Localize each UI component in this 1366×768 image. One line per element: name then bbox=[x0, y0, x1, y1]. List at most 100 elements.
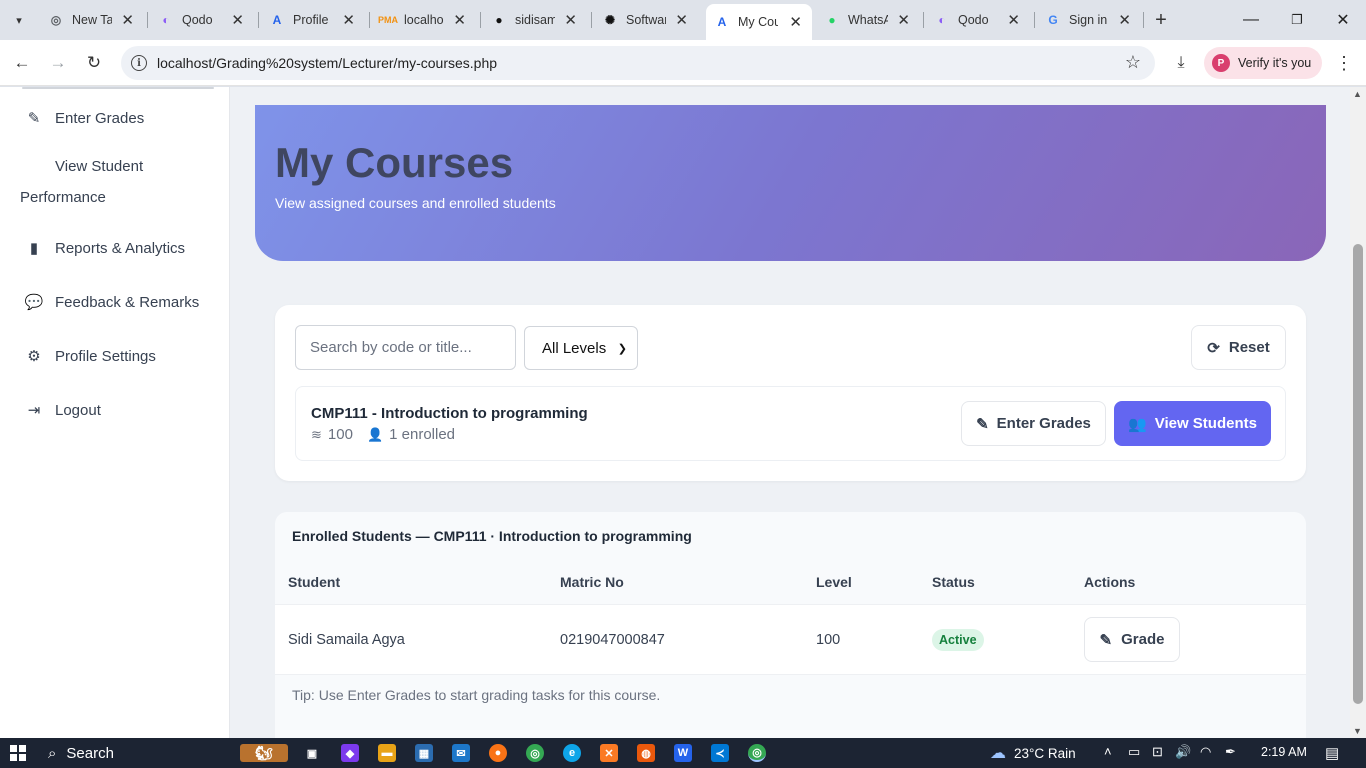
reload-icon[interactable]: ↻ bbox=[82, 51, 106, 75]
close-window-icon[interactable]: ✕ bbox=[1328, 6, 1358, 34]
firefox-icon[interactable]: ● bbox=[489, 744, 507, 762]
sidebar: ✎ Enter Grades View Student Performance … bbox=[0, 87, 230, 738]
browser-tab[interactable]: ✺ Softwar ✕ bbox=[594, 6, 698, 34]
pen-icon[interactable]: ✒ bbox=[1225, 744, 1236, 760]
bookmark-star-icon[interactable]: ☆ bbox=[1125, 52, 1141, 73]
close-tab-icon[interactable]: ✕ bbox=[342, 11, 355, 29]
close-tab-icon[interactable]: ✕ bbox=[564, 11, 577, 29]
sidebar-item-logout[interactable]: ⇥ Logout bbox=[24, 398, 101, 422]
copilot-icon[interactable]: ◆ bbox=[341, 744, 359, 762]
scroll-up-icon[interactable]: ▲ bbox=[1353, 89, 1362, 99]
level-select[interactable]: All Levels ❯ bbox=[524, 326, 638, 370]
search-icon: ⌕ bbox=[48, 744, 57, 762]
github-icon: ● bbox=[495, 13, 503, 27]
search-highlight-icon[interactable]: 🐿 bbox=[240, 744, 288, 762]
battery-icon[interactable]: ▭ bbox=[1128, 744, 1140, 760]
sidebar-item-enter-grades[interactable]: ✎ Enter Grades bbox=[24, 106, 145, 130]
close-tab-icon[interactable]: ✕ bbox=[1118, 11, 1131, 29]
grade-button[interactable]: ✎ Grade bbox=[1084, 617, 1180, 662]
file-explorer-icon[interactable]: ▬ bbox=[378, 744, 396, 762]
profile-verify-label: Verify it's you bbox=[1238, 56, 1312, 70]
profile-verify-button[interactable]: P Verify it's you bbox=[1204, 47, 1322, 79]
tab-divider bbox=[1034, 12, 1035, 28]
course-row: CMP111 - Introduction to programming ≋ 1… bbox=[295, 386, 1286, 461]
scroll-down-icon[interactable]: ▼ bbox=[1353, 726, 1362, 736]
chrome-icon: ◎ bbox=[50, 13, 62, 27]
sidebar-item-feedback[interactable]: 💬 Feedback & Remarks bbox=[24, 290, 200, 314]
page-subtitle: View assigned courses and enrolled stude… bbox=[275, 195, 556, 211]
bar-chart-icon: ▮ bbox=[29, 240, 39, 257]
page-scrollbar[interactable]: ▲ ▼ bbox=[1350, 87, 1366, 738]
edge-icon[interactable]: e bbox=[563, 744, 581, 762]
notification-icon[interactable]: ▤ bbox=[1325, 744, 1339, 762]
taskbar-clock[interactable]: 2:19 AM bbox=[1261, 745, 1307, 759]
chrome-taskbar-icon[interactable]: ◎ bbox=[526, 744, 544, 762]
column-header-status: Status bbox=[932, 574, 975, 590]
tab-divider bbox=[923, 12, 924, 28]
close-tab-icon[interactable]: ✕ bbox=[789, 13, 802, 31]
wifi-icon[interactable]: ◠ bbox=[1200, 744, 1211, 760]
address-bar[interactable]: i localhost/Grading%20system/Lecturer/my… bbox=[121, 46, 1155, 80]
user-cog-icon: ⚙ bbox=[27, 348, 41, 365]
browser-tab-active[interactable]: A My Cou ✕ bbox=[706, 4, 812, 40]
device-icon[interactable]: ⊡ bbox=[1152, 744, 1163, 760]
store-icon[interactable]: ▦ bbox=[415, 744, 433, 762]
tray-chevron-icon[interactable]: ˄ bbox=[1104, 744, 1112, 759]
column-header-student: Student bbox=[288, 574, 341, 590]
chrome-active-icon[interactable]: ◎ bbox=[748, 744, 766, 762]
browser-tab[interactable]: ◐ Qodo ✕ bbox=[926, 6, 1030, 34]
browser-tab[interactable]: ● WhatsA ✕ bbox=[816, 6, 920, 34]
layers-icon: ≋ bbox=[311, 426, 322, 442]
view-students-button[interactable]: 👥 View Students bbox=[1114, 401, 1271, 446]
browser-tab[interactable]: PMA localho ✕ bbox=[372, 6, 476, 34]
download-icon[interactable]: ⤓ bbox=[1170, 51, 1192, 75]
word-icon[interactable]: W bbox=[674, 744, 692, 762]
taskbar-search-label: Search bbox=[66, 744, 114, 762]
mail-icon[interactable]: ✉ bbox=[452, 744, 470, 762]
close-tab-icon[interactable]: ✕ bbox=[897, 11, 910, 29]
minimize-icon[interactable]: — bbox=[1236, 6, 1266, 34]
browser-tab[interactable]: ◎ New Ta ✕ bbox=[40, 6, 144, 34]
close-tab-icon[interactable]: ✕ bbox=[453, 11, 466, 29]
sidebar-item-reports[interactable]: ▮ Reports & Analytics bbox=[24, 236, 185, 260]
sidebar-item-label: Profile Settings bbox=[55, 347, 156, 365]
page-viewport: ✎ Enter Grades View Student Performance … bbox=[0, 87, 1366, 738]
sidebar-item-view-student-performance[interactable]: View Student bbox=[55, 158, 143, 175]
site-info-icon[interactable]: i bbox=[131, 55, 147, 71]
main-content: My Courses View assigned courses and enr… bbox=[230, 87, 1350, 738]
browser-tab[interactable]: A Profile ✕ bbox=[261, 6, 365, 34]
weather-widget[interactable]: ☁ 23°C Rain bbox=[990, 743, 1076, 763]
rain-cloud-icon: ☁ bbox=[990, 745, 1006, 762]
xampp-icon[interactable]: ✕ bbox=[600, 744, 618, 762]
enter-grades-button[interactable]: ✎ Enter Grades bbox=[961, 401, 1106, 446]
sidebar-item-profile-settings[interactable]: ⚙ Profile Settings bbox=[24, 344, 156, 368]
search-input[interactable] bbox=[295, 325, 516, 370]
phpmyadmin-icon: PMA bbox=[378, 15, 398, 25]
browser-tab[interactable]: ◐ Qodo ✕ bbox=[150, 6, 254, 34]
app-icon[interactable]: ◍ bbox=[637, 744, 655, 762]
windows-start-icon[interactable] bbox=[10, 745, 26, 761]
qodo-icon: ◐ bbox=[938, 13, 946, 27]
volume-icon[interactable]: 🔊 bbox=[1175, 744, 1191, 760]
back-icon[interactable]: ← bbox=[10, 51, 34, 75]
browser-tab[interactable]: G Sign in ✕ bbox=[1037, 6, 1141, 34]
scrollbar-thumb[interactable] bbox=[1353, 244, 1363, 704]
url-text[interactable]: localhost/Grading%20system/Lecturer/my-c… bbox=[157, 55, 497, 71]
close-tab-icon[interactable]: ✕ bbox=[1007, 11, 1020, 29]
close-tab-icon[interactable]: ✕ bbox=[675, 11, 688, 29]
taskbar-search[interactable]: ⌕ Search bbox=[48, 743, 114, 763]
tab-search-dropdown-icon[interactable]: ▾ bbox=[8, 9, 30, 31]
new-tab-icon[interactable]: + bbox=[1150, 9, 1172, 31]
task-view-icon[interactable]: ▣ bbox=[303, 744, 321, 762]
reset-button[interactable]: ⟳ Reset bbox=[1191, 325, 1286, 370]
vscode-icon[interactable]: ≺ bbox=[711, 744, 729, 762]
sidebar-item-view-student-performance-cont[interactable]: Performance bbox=[20, 189, 106, 206]
restore-icon[interactable]: ❐ bbox=[1282, 6, 1312, 34]
browser-menu-icon[interactable]: ⋮ bbox=[1334, 51, 1354, 75]
tip-text: Tip: Use Enter Grades to start grading t… bbox=[292, 687, 661, 703]
close-tab-icon[interactable]: ✕ bbox=[231, 11, 244, 29]
close-tab-icon[interactable]: ✕ bbox=[121, 11, 134, 29]
forward-icon[interactable]: → bbox=[46, 51, 70, 75]
sidebar-item-label: Logout bbox=[55, 401, 101, 419]
browser-tab[interactable]: ● sidisam ✕ bbox=[483, 6, 587, 34]
